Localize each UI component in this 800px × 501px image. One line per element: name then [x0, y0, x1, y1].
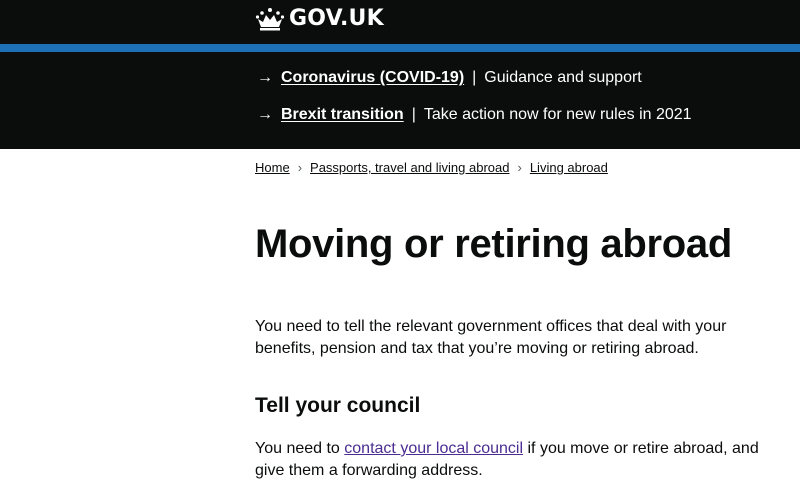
arrow-right-icon: → [257, 106, 273, 123]
site-header: GOV.UK [0, 0, 800, 44]
page-title: Moving or retiring abroad [255, 222, 732, 266]
govuk-logo-link[interactable]: GOV.UK [255, 6, 384, 31]
emergency-notice-banner [0, 52, 800, 149]
breadcrumb: Home › Passports, travel and living abro… [255, 160, 608, 175]
brexit-link[interactable]: Brexit transition [281, 106, 404, 124]
notice-description: Guidance and support [484, 69, 642, 86]
logo-text: GOV.UK [289, 6, 384, 31]
breadcrumb-living-abroad[interactable]: Living abroad [530, 160, 608, 175]
separator: | [411, 106, 416, 123]
notice-description: Take action now for new rules in 2021 [423, 106, 692, 123]
notice-covid: → Coronavirus (COVID-19) | Guidance and … [257, 69, 642, 87]
contact-council-link[interactable]: contact your local council [344, 440, 523, 457]
crown-icon [255, 7, 285, 30]
breadcrumb-passports-travel[interactable]: Passports, travel and living abroad [310, 160, 509, 175]
chevron-right-icon: › [517, 160, 522, 175]
lead-paragraph: You need to tell the relevant government… [255, 318, 727, 357]
accent-bar [0, 44, 800, 52]
paragraph-text: You need to [255, 440, 345, 457]
covid-link[interactable]: Coronavirus (COVID-19) [281, 69, 464, 87]
chevron-right-icon: › [297, 160, 303, 175]
arrow-right-icon: → [257, 69, 273, 86]
breadcrumb-home[interactable]: Home [255, 160, 290, 175]
council-paragraph: You need to contact your local council i… [255, 438, 785, 482]
notice-brexit: → Brexit transition | Take action now fo… [257, 106, 692, 124]
separator: | [472, 69, 477, 86]
section-heading: Tell your council [255, 394, 421, 417]
